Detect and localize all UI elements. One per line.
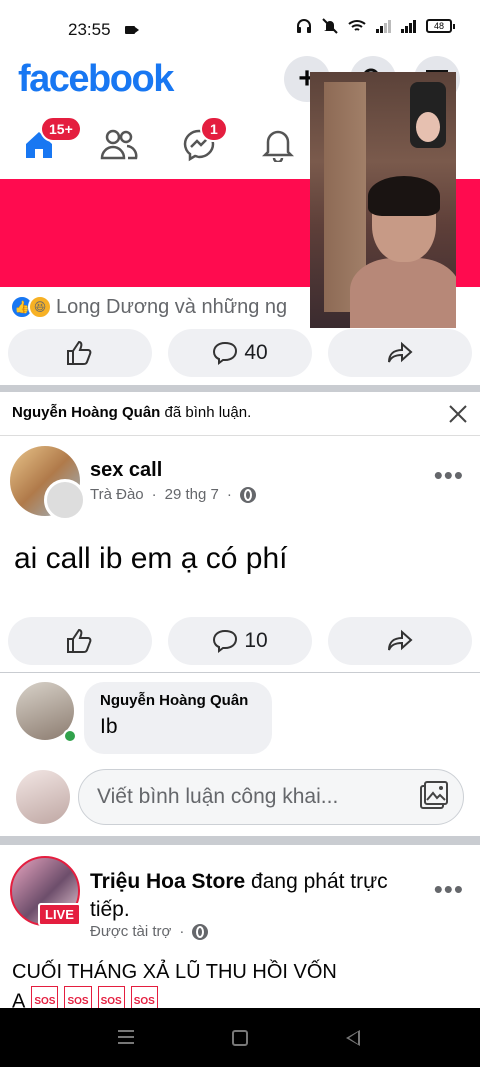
comment-text: Ib [100,715,118,738]
feed-divider [0,385,480,392]
comment-placeholder: Viết bình luận công khai... [97,785,339,808]
bell-icon [262,130,294,162]
signal-icon [376,19,391,33]
tab-notifications[interactable] [262,122,302,162]
thumbs-up-icon [67,628,92,653]
video-call-overlay[interactable] [310,72,456,328]
share-button[interactable] [328,329,472,377]
comment-icon [213,341,238,365]
globe-icon [192,923,209,940]
status-icons: 48 [296,18,455,34]
post-body: ai call ib em ạ có phí [14,542,288,575]
tab-friends[interactable] [100,122,140,162]
status-time: 23:55 [68,20,111,39]
close-icon [449,405,467,423]
comment-button[interactable]: 40 [168,329,312,377]
notification-action: đã bình luận. [160,404,252,421]
post-actions: 40 [8,329,472,377]
store-title: Triệu Hoa Store đang phát trực tiếp. [90,868,420,924]
post-group-name[interactable]: sex call [90,459,162,482]
signal-icon-2 [401,19,416,33]
tab-messenger[interactable]: 1 [182,116,228,162]
reaction-names: Long Dương và những ng [56,295,288,318]
thin-divider [0,672,480,673]
meta-separator: · [151,486,157,503]
comment-count-2: 10 [244,629,268,652]
video-recording-icon [125,26,139,34]
sponsored-label: Được tài trợ [90,923,172,940]
store-name[interactable]: Triệu Hoa Store [90,870,245,893]
messenger-badge: 1 [200,116,228,142]
headset-icon [297,19,311,33]
back-button[interactable] [346,1030,360,1046]
store-meta-separator: · [179,923,185,940]
home-button[interactable] [232,1030,248,1046]
meta-separator-2: · [226,486,232,503]
comment-notification: Nguyễn Hoàng Quân đã bình luận. [0,392,480,436]
battery-icon: 48 [426,19,455,33]
self-view-face [416,112,440,142]
author-avatar[interactable] [44,479,86,521]
store-meta: Được tài trợ · [90,923,209,940]
recent-apps-button[interactable] [118,1030,134,1044]
system-nav-bar [0,1008,480,1067]
share-button-2[interactable] [328,617,472,665]
post-actions-2: 10 [8,617,472,665]
close-notification-button[interactable] [448,400,468,431]
thumbs-up-icon [67,340,92,365]
comment-input[interactable]: Viết bình luận công khai... [78,769,464,825]
facebook-logo: facebook [18,58,174,100]
comment-icon [213,629,238,653]
store-more-button[interactable]: ••• [434,874,464,905]
reaction-summary[interactable]: 👍 😆 Long Dương và những ng [10,292,310,322]
post-date[interactable]: 29 thg 7 [165,486,219,503]
video-person-hair [368,176,440,216]
comment-button-2[interactable]: 10 [168,617,312,665]
online-indicator [63,729,77,743]
globe-icon [239,486,256,503]
like-button[interactable] [8,329,152,377]
my-avatar [16,770,70,824]
tab-home[interactable]: 15+ [22,116,82,162]
photo-icon[interactable] [417,780,451,814]
post-meta: Trà Đào · 29 thg 7 · [90,486,256,503]
like-button-2[interactable] [8,617,152,665]
feed-divider-2 [0,836,480,845]
post-more-button[interactable]: ••• [434,460,464,491]
home-badge: 15+ [40,116,82,142]
haha-reaction-icon: 😆 [28,295,52,319]
self-view-pip[interactable] [410,82,446,148]
status-bar: 23:55 48 [0,0,480,58]
post-author[interactable]: Trà Đào [90,486,144,503]
comment-bubble[interactable]: Nguyễn Hoàng Quân Ib [84,682,272,754]
friends-icon [100,129,138,160]
notification-text: Nguyễn Hoàng Quân đã bình luận. [12,404,251,421]
commenter-name[interactable]: Nguyễn Hoàng Quân [100,692,256,709]
mute-icon [322,18,338,34]
video-person-body [350,258,456,328]
share-icon [388,629,413,651]
live-badge: LIVE [38,903,81,926]
comment-count: 40 [244,341,268,364]
wifi-icon [348,20,366,31]
notification-actor: Nguyễn Hoàng Quân [12,404,161,421]
store-body-line1: CUỐI THÁNG XẢ LŨ THU HỒI VỐN [12,961,337,983]
share-icon [388,341,413,363]
